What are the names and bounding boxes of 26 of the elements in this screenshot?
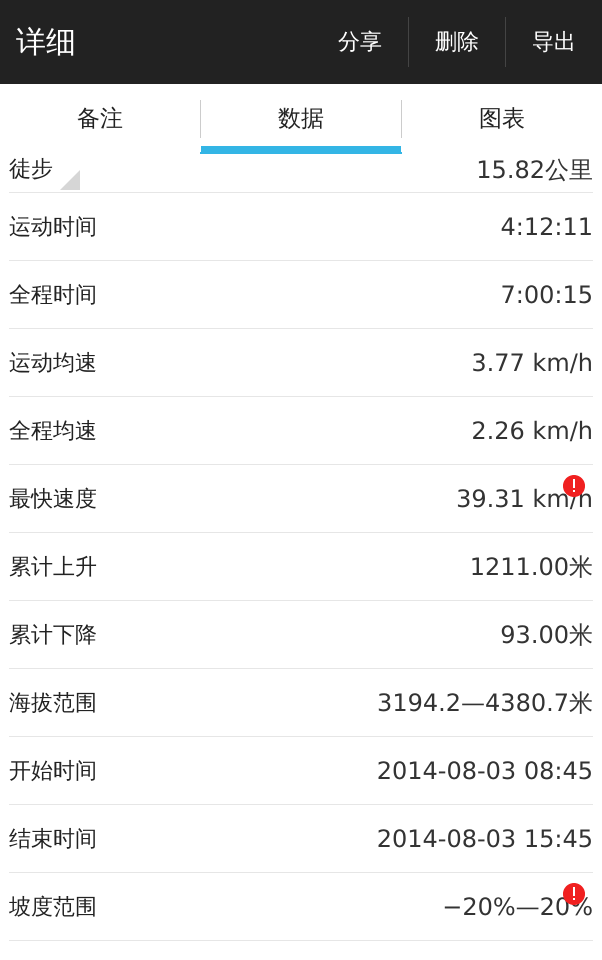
header-action[interactable]: 删除 — [409, 17, 505, 67]
row-value: 1211.00米 — [470, 552, 593, 582]
row-value: 2.26 km/h — [471, 416, 593, 444]
row-value: 3194.2—4380.7米 — [377, 688, 593, 718]
row-label: 运动时间 — [9, 214, 97, 242]
row-label: 累计上升 — [9, 554, 97, 582]
header-action[interactable]: 分享 — [312, 17, 408, 67]
row-label: 运动均速 — [9, 350, 97, 378]
row-label: 徒步 — [9, 156, 53, 184]
row-label: 全程时间 — [9, 282, 97, 310]
row-value: 15.82公里 — [476, 155, 593, 186]
row-label: 海拔范围 — [9, 690, 97, 718]
row-value: 93.00米 — [500, 620, 593, 650]
row-value: 2014-08-03 08:45 — [376, 756, 593, 784]
row-value: 7:00:15 — [500, 280, 593, 308]
row-value: 4:12:11 — [500, 212, 593, 240]
row-label: 全程均速 — [9, 418, 97, 446]
row-label: 开始时间 — [9, 758, 97, 786]
row-value: 3.77 km/h — [471, 348, 593, 376]
row-label: 结束时间 — [9, 826, 97, 854]
row-value: 2014-08-03 15:45 — [376, 824, 593, 852]
row-label: 最快速度 — [9, 486, 97, 514]
page-title: 详细 — [15, 24, 77, 62]
row-label: 坡度范围 — [9, 894, 97, 922]
header-action[interactable]: 导出 — [506, 17, 602, 67]
row-label: 累计下降 — [9, 622, 97, 650]
